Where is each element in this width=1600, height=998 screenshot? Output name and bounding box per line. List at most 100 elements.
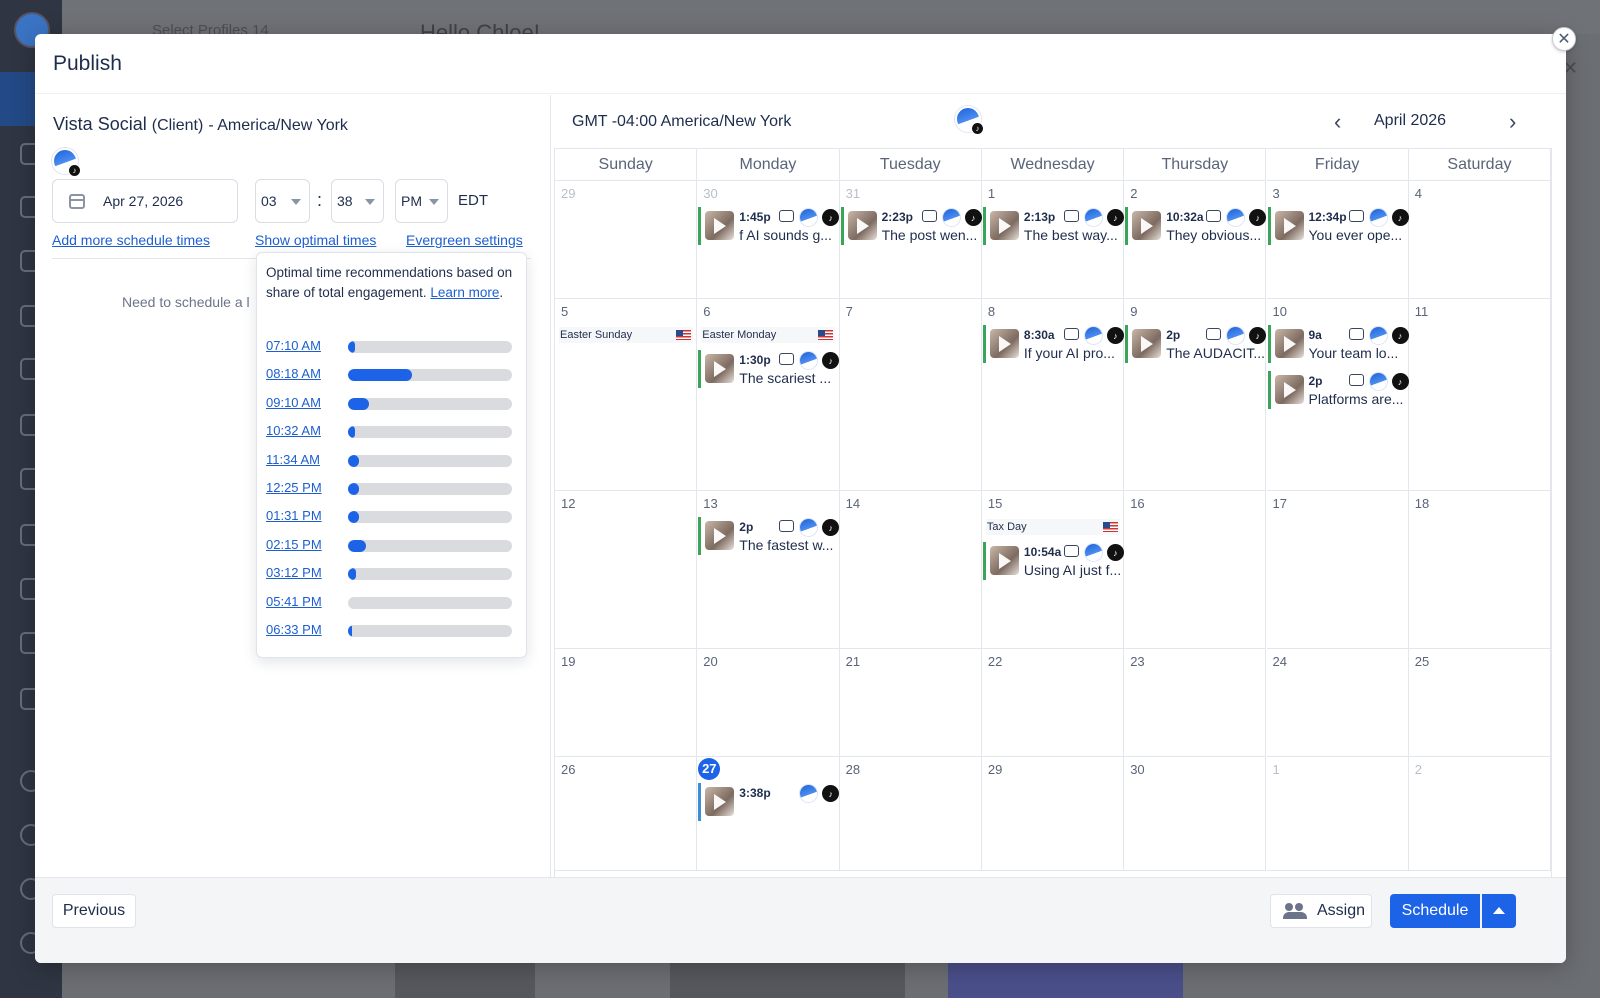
calendar-day-cell[interactable]: 16 bbox=[1124, 491, 1267, 649]
calendar-day-cell[interactable]: 21 bbox=[839, 649, 982, 757]
video-thumbnail bbox=[705, 521, 735, 550]
date-picker[interactable]: Apr 27, 2026 bbox=[52, 179, 238, 223]
scheduled-post[interactable]: 2p ♪ The AUDACIT... bbox=[1125, 325, 1267, 363]
optimal-time-link[interactable]: 02:15 PM bbox=[266, 537, 322, 552]
hour-select[interactable]: 03 bbox=[255, 179, 310, 223]
scheduled-post[interactable]: 2:23p ♪ The post wen... bbox=[840, 207, 982, 245]
video-thumbnail bbox=[1274, 329, 1304, 358]
evergreen-settings-link[interactable]: Evergreen settings bbox=[406, 232, 523, 248]
optimal-time-link[interactable]: 12:25 PM bbox=[266, 480, 322, 495]
profile-avatar-icon bbox=[1084, 209, 1102, 226]
optimal-time-link[interactable]: 09:10 AM bbox=[266, 395, 321, 410]
optimal-time-row: 12:25 PM bbox=[266, 478, 521, 498]
calendar-day-cell[interactable]: 19 bbox=[555, 649, 698, 757]
calendar-day-cell[interactable]: 17 bbox=[1266, 491, 1409, 649]
app-topbar: Select Profiles 14 Hello Chloe! bbox=[62, 0, 1600, 45]
calendar-day-cell[interactable]: 30 1:45p ♪ f AI sounds g... bbox=[697, 181, 840, 299]
optimal-time-link[interactable]: 08:18 AM bbox=[266, 366, 321, 381]
calendar-day-cell[interactable]: 20 bbox=[697, 649, 840, 757]
calendar-day-cell[interactable]: 29 bbox=[555, 181, 698, 299]
optimal-time-row: 08:18 AM bbox=[266, 364, 521, 384]
engagement-bar-track bbox=[348, 539, 512, 552]
profile-timezone: - America/New York bbox=[208, 117, 348, 134]
calendar-day-cell[interactable]: 27 3:38p ♪ bbox=[697, 757, 840, 871]
scheduled-post[interactable]: 2p ♪ Platforms are... bbox=[1267, 371, 1409, 409]
optimal-time-link[interactable]: 03:12 PM bbox=[266, 565, 322, 580]
optimal-time-link[interactable]: 07:10 AM bbox=[266, 338, 321, 353]
optimal-time-link[interactable]: 06:33 PM bbox=[266, 622, 322, 637]
scheduled-post[interactable]: 2:13p ♪ The best way... bbox=[982, 207, 1124, 245]
chevron-down-icon bbox=[429, 199, 439, 205]
calendar-day-cell[interactable]: 2 10:32a ♪ They obvious... bbox=[1124, 181, 1267, 299]
scheduled-post[interactable]: 12:34p ♪ You ever ope... bbox=[1267, 207, 1409, 245]
weekday-header: Sunday bbox=[555, 149, 698, 181]
scheduled-post[interactable]: 10:54a ♪ Using AI just f... bbox=[982, 542, 1124, 580]
calendar-day-cell[interactable]: 30 bbox=[1124, 757, 1267, 871]
calendar-day-cell[interactable]: 3 12:34p ♪ You ever ope... bbox=[1266, 181, 1409, 299]
calendar-day-cell[interactable]: 29 bbox=[981, 757, 1125, 871]
scheduled-post[interactable]: 1:45p ♪ f AI sounds g... bbox=[698, 207, 840, 245]
calendar-day-cell[interactable]: 31 2:23p ♪ The post wen... bbox=[839, 181, 982, 299]
learn-more-link[interactable]: Learn more bbox=[430, 285, 499, 300]
minute-select[interactable]: 38 bbox=[331, 179, 384, 223]
calendar-day-cell[interactable]: 10 9a ♪ Your team lo... 2p ♪ Platforms are... bbox=[1266, 299, 1409, 491]
date-number: 24 bbox=[1272, 654, 1287, 669]
prev-month-button[interactable]: ‹ bbox=[1334, 109, 1341, 135]
calendar-day-cell[interactable]: 7 bbox=[839, 299, 982, 491]
calendar-day-cell[interactable]: 24 bbox=[1266, 649, 1409, 757]
calendar-day-cell[interactable]: 15 Tax Day 10:54a ♪ Using AI just f... bbox=[981, 491, 1125, 649]
optimal-time-link[interactable]: 05:41 PM bbox=[266, 594, 322, 609]
scheduled-post[interactable]: 1:30p ♪ The scariest ... bbox=[698, 350, 840, 388]
calendar-day-cell[interactable]: 6 Easter Monday 1:30p ♪ The scariest ... bbox=[697, 299, 840, 491]
engagement-bar-fill bbox=[348, 625, 352, 637]
profile-avatar[interactable]: ♪ bbox=[52, 148, 81, 177]
video-thumbnail bbox=[989, 329, 1019, 358]
calendar-day-cell[interactable]: 4 bbox=[1408, 181, 1552, 299]
calendar-day-cell[interactable]: 22 bbox=[981, 649, 1125, 757]
calendar-profile-avatar[interactable]: ♪ bbox=[955, 106, 984, 135]
post-caption: If your AI pro... bbox=[1023, 345, 1115, 361]
calendar-day-cell[interactable]: 12 bbox=[555, 491, 698, 649]
people-icon bbox=[1283, 903, 1307, 919]
show-optimal-times-link[interactable]: Show optimal times bbox=[255, 232, 376, 248]
close-icon[interactable]: ✕ bbox=[1552, 27, 1576, 51]
engagement-bar-track bbox=[348, 341, 512, 353]
holiday-label: Tax Day bbox=[985, 519, 1120, 535]
optimal-time-link[interactable]: 11:34 AM bbox=[266, 452, 320, 467]
profile-name: Vista Social bbox=[53, 114, 147, 134]
schedule-options-button[interactable] bbox=[1482, 894, 1516, 928]
calendar-day-cell[interactable]: 1 2:13p ♪ The best way... bbox=[981, 181, 1125, 299]
calendar-day-cell[interactable]: 2 bbox=[1408, 757, 1552, 871]
calendar-day-cell[interactable]: 1 bbox=[1266, 757, 1409, 871]
scheduled-post[interactable]: 3:38p ♪ bbox=[698, 783, 840, 821]
calendar-day-cell[interactable]: 9 2p ♪ The AUDACIT... bbox=[1124, 299, 1267, 491]
previous-button[interactable]: Previous bbox=[52, 894, 136, 928]
profile-avatar-icon bbox=[1369, 209, 1387, 226]
calendar-day-cell[interactable]: 26 bbox=[555, 757, 698, 871]
schedule-button[interactable]: Schedule bbox=[1390, 894, 1480, 928]
ampm-value: PM bbox=[401, 193, 422, 209]
calendar-day-cell[interactable]: 28 bbox=[839, 757, 982, 871]
calendar-day-cell[interactable]: 25 bbox=[1408, 649, 1552, 757]
calendar-timezone: GMT -04:00 America/New York bbox=[572, 113, 792, 130]
scheduled-post[interactable]: 9a ♪ Your team lo... bbox=[1267, 325, 1409, 363]
scheduled-post[interactable]: 8:30a ♪ If your AI pro... bbox=[982, 325, 1124, 363]
assign-button[interactable]: Assign bbox=[1270, 894, 1372, 928]
calendar-day-cell[interactable]: 13 2p ♪ The fastest w... bbox=[697, 491, 840, 649]
ampm-select[interactable]: PM bbox=[395, 179, 448, 223]
calendar-day-cell[interactable]: 14 bbox=[839, 491, 982, 649]
scheduled-post[interactable]: 10:32a ♪ They obvious... bbox=[1125, 207, 1267, 245]
calendar-day-cell[interactable]: 5 Easter Sunday bbox=[555, 299, 698, 491]
calendar-day-cell[interactable]: 18 bbox=[1408, 491, 1552, 649]
next-month-button[interactable]: › bbox=[1509, 109, 1516, 135]
date-number: 30 bbox=[703, 186, 718, 201]
profile-avatar-icon bbox=[1369, 327, 1387, 344]
scheduled-post[interactable]: 2p ♪ The fastest w... bbox=[698, 517, 840, 555]
calendar-day-cell[interactable]: 11 bbox=[1408, 299, 1552, 491]
optimal-time-link[interactable]: 01:31 PM bbox=[266, 508, 322, 523]
add-schedule-times-link[interactable]: Add more schedule times bbox=[52, 232, 210, 248]
date-number: 15 bbox=[987, 496, 1003, 511]
calendar-day-cell[interactable]: 23 bbox=[1124, 649, 1267, 757]
optimal-time-link[interactable]: 10:32 AM bbox=[266, 423, 321, 438]
calendar-day-cell[interactable]: 8 8:30a ♪ If your AI pro... bbox=[981, 299, 1125, 491]
